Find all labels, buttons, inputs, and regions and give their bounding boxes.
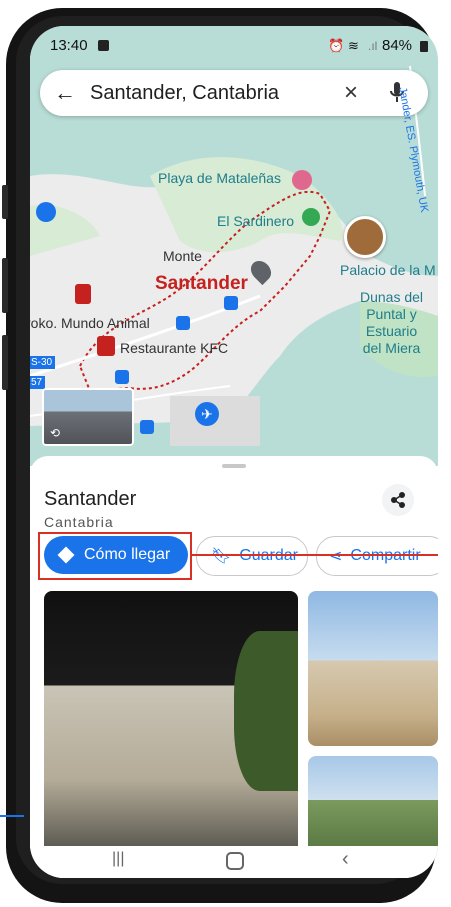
- map-label-monte[interactable]: Monte: [163, 248, 202, 264]
- battery-level: 84%: [382, 37, 413, 54]
- recent-apps-icon[interactable]: |||: [112, 850, 124, 868]
- bookmark-icon: 🔖︎: [211, 548, 232, 565]
- map-label-sardinero[interactable]: El Sardinero: [217, 213, 294, 229]
- camera-marker-icon[interactable]: [36, 202, 56, 222]
- place-photo-marker[interactable]: [344, 216, 386, 258]
- beach-marker-icon[interactable]: [292, 170, 312, 190]
- wifi-icon: ≋: [348, 38, 359, 53]
- status-time: 13:40: [50, 37, 88, 54]
- signal-icon: .ıl: [368, 39, 378, 53]
- phone-side-button: [2, 185, 8, 219]
- place-photo[interactable]: [308, 591, 438, 746]
- share-action-label: Compartir: [350, 547, 420, 565]
- status-bar: 13:40 ⏰ ≋ .ıl 84%: [30, 26, 438, 66]
- back-arrow-icon[interactable]: ←: [54, 80, 76, 106]
- bus-stop-icon[interactable]: [176, 316, 190, 330]
- place-sheet: Santander Cantabria Cómo llegar 🔖︎ Guard…: [30, 456, 438, 878]
- alarm-icon: ⏰: [328, 38, 345, 53]
- street-view-icon: ⟲: [50, 426, 61, 440]
- map-label-kfc[interactable]: Restaurante KFC: [120, 340, 228, 356]
- map-view[interactable]: 13:40 ⏰ ≋ .ıl 84% ← Santander, Cantabria…: [30, 26, 438, 466]
- phone-side-button: [2, 258, 8, 313]
- phone-screen: 13:40 ⏰ ≋ .ıl 84% ← Santander, Cantabria…: [30, 26, 438, 878]
- map-label-roko[interactable]: roko. Mundo Animal: [30, 315, 150, 331]
- save-label: Guardar: [239, 547, 298, 565]
- map-label-palacio[interactable]: Palacio de la M: [340, 262, 436, 278]
- share-icon: [391, 492, 405, 508]
- share-button[interactable]: [382, 484, 414, 516]
- road-shield-s30: S-30: [30, 356, 56, 369]
- save-button[interactable]: 🔖︎ Guardar: [196, 536, 308, 576]
- notification-icon: [98, 40, 109, 51]
- photo-tree: [234, 631, 298, 791]
- search-bar[interactable]: ← Santander, Cantabria ×: [40, 70, 428, 116]
- bus-stop-icon[interactable]: [115, 370, 129, 384]
- restaurant-marker-icon[interactable]: [97, 336, 115, 356]
- park-marker-icon[interactable]: [302, 208, 320, 226]
- place-photo[interactable]: [44, 591, 298, 861]
- search-query[interactable]: Santander, Cantabria: [90, 82, 279, 105]
- bus-stop-icon[interactable]: [140, 420, 154, 434]
- tutorial-highlight-box: [38, 532, 192, 580]
- annotation-line-fragment: [0, 815, 24, 817]
- android-nav-bar: ||| ‹: [30, 846, 438, 878]
- back-icon[interactable]: ‹: [342, 848, 349, 871]
- map-label-playa[interactable]: Playa de Mataleñas: [158, 170, 281, 186]
- battery-icon: [420, 41, 428, 52]
- phone-side-button: [2, 335, 8, 390]
- share-action-icon: ⋖: [329, 548, 343, 565]
- street-view-thumbnail[interactable]: ⟲: [42, 388, 134, 446]
- place-title: Santander: [44, 488, 137, 510]
- map-label-dunas[interactable]: Dunas del Puntal y Estuario del Miera: [360, 289, 423, 357]
- share-action-button[interactable]: ⋖ Compartir: [316, 536, 438, 576]
- drag-handle[interactable]: [222, 464, 246, 468]
- home-icon[interactable]: [226, 852, 244, 870]
- road-shield-57: 57: [30, 376, 46, 389]
- place-subtitle: Cantabria: [44, 514, 114, 530]
- tutorial-pointer-line: [192, 554, 438, 556]
- train-station-icon[interactable]: [224, 296, 238, 310]
- clear-icon[interactable]: ×: [344, 79, 358, 107]
- shop-marker-icon[interactable]: [75, 284, 91, 304]
- map-label-santander[interactable]: Santander: [155, 273, 248, 295]
- airport-icon[interactable]: ✈: [195, 402, 219, 426]
